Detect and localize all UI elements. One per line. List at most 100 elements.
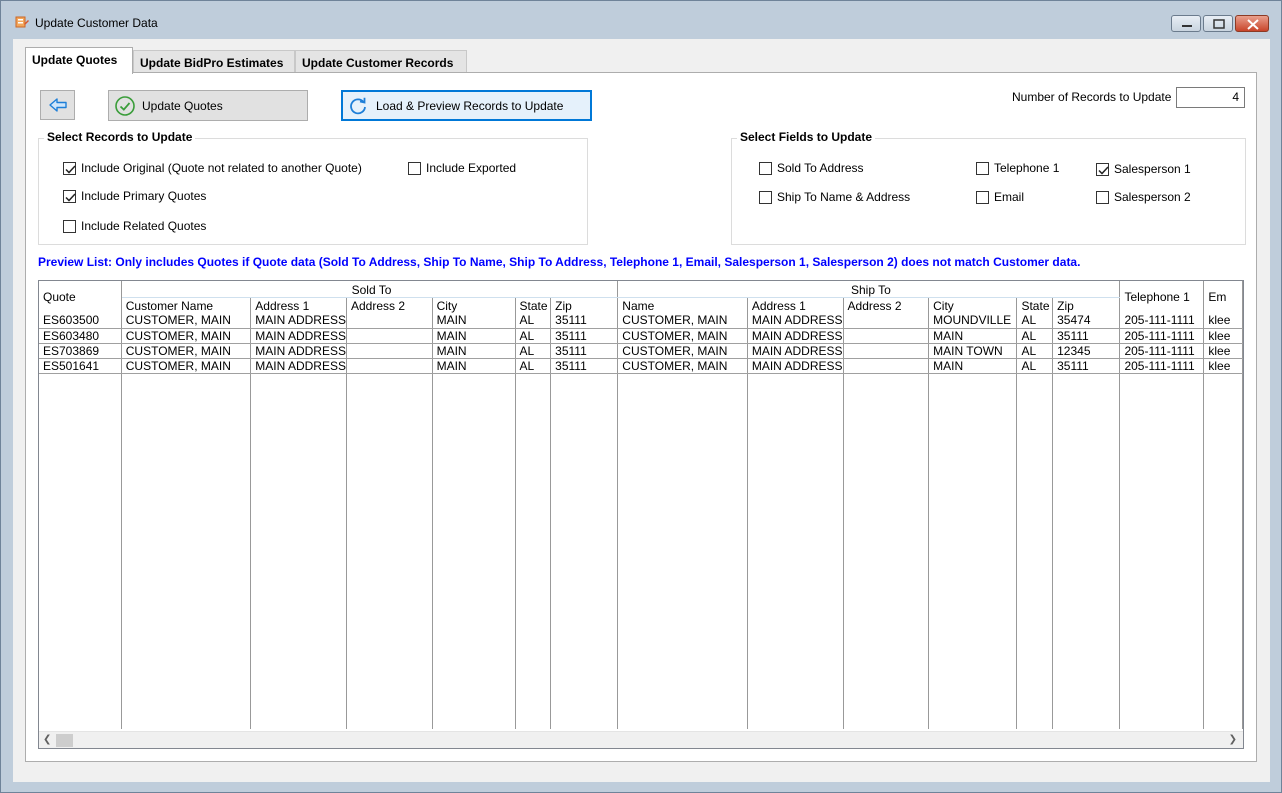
table-row[interactable]: ES703869 CUSTOMER, MAIN MAIN ADDRESS MAIN AL… [39, 343, 1243, 359]
table-cell: MAIN [432, 343, 516, 359]
include-original-checkbox[interactable]: Include Original (Quote not related to a… [63, 161, 362, 175]
col-header-telephone1[interactable]: Telephone 1 [1119, 281, 1205, 313]
grid-filler-cell [928, 373, 1018, 729]
table-cell: MAIN ADDRESS [747, 343, 844, 359]
salesperson2-label: Salesperson 2 [1114, 190, 1191, 204]
minimize-icon [1182, 25, 1192, 27]
check-icon [1098, 165, 1109, 175]
table-cell [346, 313, 433, 329]
salesperson1-label: Salesperson 1 [1114, 162, 1191, 176]
table-cell: MAIN TOWN [928, 343, 1018, 359]
check-circle-icon [115, 95, 135, 116]
update-quotes-button[interactable]: Update Quotes [108, 90, 308, 121]
col-header-ship-address1[interactable]: Address 1 [747, 297, 844, 313]
col-header-ship-city[interactable]: City [928, 297, 1018, 313]
col-header-address1[interactable]: Address 1 [250, 297, 347, 313]
col-header-ship-name[interactable]: Name [617, 297, 748, 313]
include-exported-checkbox[interactable]: Include Exported [408, 161, 516, 175]
table-cell: 35111 [550, 328, 619, 344]
col-header-city[interactable]: City [432, 297, 516, 313]
table-cell: klee [1203, 328, 1243, 344]
email-checkbox[interactable]: Email [976, 190, 1024, 204]
grid-filler-cell [515, 373, 552, 729]
checkbox-box [759, 161, 772, 175]
table-cell: 35111 [1052, 358, 1121, 374]
app-icon [15, 15, 29, 29]
tab-update-bidpro-estimates[interactable]: Update BidPro Estimates [133, 50, 295, 74]
table-cell: ES603500 [39, 313, 122, 329]
minimize-button[interactable] [1171, 15, 1201, 32]
col-header-state[interactable]: State [515, 297, 552, 313]
col-header-ship-address2[interactable]: Address 2 [843, 297, 930, 313]
table-cell: 35111 [1052, 328, 1121, 344]
col-header-ship-state[interactable]: State [1016, 297, 1054, 313]
ship-to-name-address-label: Ship To Name & Address [777, 190, 911, 204]
grid-filler-cell [1119, 373, 1205, 729]
include-primary-label: Include Primary Quotes [81, 189, 207, 203]
col-header-customer-name[interactable]: Customer Name [121, 297, 252, 313]
sold-to-address-checkbox[interactable]: Sold To Address [759, 161, 864, 175]
grid-filler-cell [432, 373, 516, 729]
scroll-left-icon[interactable]: ❮ [43, 734, 51, 745]
grid-filler-cell [39, 373, 122, 729]
grid-filler-cell [843, 373, 930, 729]
salesperson2-checkbox[interactable]: Salesperson 2 [1096, 190, 1191, 204]
checkbox-box [1096, 162, 1109, 176]
table-cell: CUSTOMER, MAIN [617, 328, 748, 344]
table-row[interactable]: ES603480 CUSTOMER, MAIN MAIN ADDRESS MAIN AL… [39, 328, 1243, 344]
checkbox-box [63, 219, 76, 233]
table-cell: AL [1016, 358, 1054, 374]
window-title: Update Customer Data [35, 16, 158, 30]
checkbox-box [408, 161, 421, 175]
close-button[interactable] [1235, 15, 1269, 32]
table-cell: CUSTOMER, MAIN [617, 358, 748, 374]
include-related-checkbox[interactable]: Include Related Quotes [63, 219, 206, 233]
table-cell: CUSTOMER, MAIN [121, 343, 252, 359]
checkbox-box [1096, 190, 1109, 204]
grid-filler-cell [346, 373, 433, 729]
ship-to-name-address-checkbox[interactable]: Ship To Name & Address [759, 190, 910, 204]
load-preview-button[interactable]: Load & Preview Records to Update [341, 90, 592, 121]
group-header-ship-to: Ship To [617, 281, 1121, 298]
table-cell: AL [515, 328, 552, 344]
tab-update-quotes[interactable]: Update Quotes [25, 47, 133, 74]
table-cell: MAIN ADDRESS [747, 313, 844, 329]
checkbox-box [63, 161, 76, 175]
horizontal-scrollbar[interactable]: ❮ ❯ [39, 731, 1243, 748]
tab-update-customer-records[interactable]: Update Customer Records [295, 50, 467, 74]
table-cell: 35111 [550, 313, 619, 329]
col-header-quote[interactable]: Quote [39, 281, 122, 313]
include-exported-label: Include Exported [426, 161, 517, 175]
table-cell: MAIN ADDRESS [250, 313, 347, 329]
table-cell [346, 328, 433, 344]
grid-filler-cell [1016, 373, 1054, 729]
scroll-right-icon[interactable]: ❯ [1229, 734, 1237, 745]
table-row[interactable]: ES603500 CUSTOMER, MAIN MAIN ADDRESS MAIN AL… [39, 313, 1243, 329]
table-cell [346, 343, 433, 359]
preview-grid[interactable]: Quote Sold To Ship To Telephone 1 Em Cus… [38, 280, 1244, 749]
back-button[interactable] [40, 90, 75, 120]
col-header-ship-zip[interactable]: Zip [1052, 297, 1121, 313]
col-header-address2[interactable]: Address 2 [346, 297, 433, 313]
col-header-zip[interactable]: Zip [550, 297, 619, 313]
col-header-email[interactable]: Em [1203, 281, 1243, 313]
num-records-field[interactable]: 4 [1176, 87, 1245, 108]
maximize-button[interactable] [1203, 15, 1233, 32]
table-cell: CUSTOMER, MAIN [617, 313, 748, 329]
table-cell: CUSTOMER, MAIN [121, 358, 252, 374]
include-primary-checkbox[interactable]: Include Primary Quotes [63, 189, 206, 203]
table-row[interactable]: ES501641 CUSTOMER, MAIN MAIN ADDRESS MAIN AL… [39, 358, 1243, 374]
table-cell: MAIN [928, 328, 1018, 344]
table-cell: AL [1016, 343, 1054, 359]
scroll-thumb[interactable] [56, 734, 73, 747]
checkbox-box [976, 161, 989, 175]
close-icon [1247, 19, 1259, 30]
grid-filler-cell [617, 373, 748, 729]
table-cell [843, 313, 930, 329]
table-cell: klee [1203, 313, 1243, 329]
salesperson1-checkbox[interactable]: Salesperson 1 [1096, 162, 1191, 176]
table-cell: MAIN ADDRESS [250, 328, 347, 344]
tab-page-update-quotes: Update Quotes Load & Preview Records to … [25, 72, 1257, 762]
telephone1-checkbox[interactable]: Telephone 1 [976, 161, 1059, 175]
table-cell: AL [1016, 328, 1054, 344]
